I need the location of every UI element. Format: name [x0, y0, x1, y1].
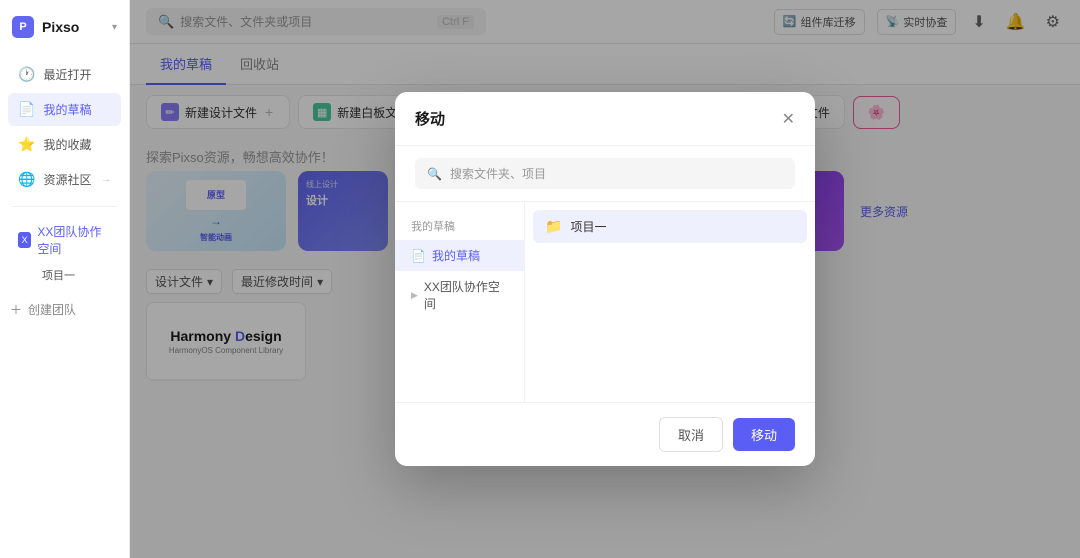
workspace-icon: X [18, 232, 31, 248]
modal-footer: 取消 移动 [395, 402, 815, 466]
modal-search-icon: 🔍 [427, 167, 442, 181]
app-menu-arrow: ▾ [112, 22, 117, 33]
modal-title: 移动 [415, 108, 445, 129]
modal-header: 移动 ✕ [395, 92, 815, 146]
modal-section-label: 我的草稿 [395, 214, 524, 240]
app-name: Pixso [42, 19, 79, 35]
modal-close-button[interactable]: ✕ [782, 109, 795, 129]
sidebar-item-favorites[interactable]: ⭐ 我的收藏 [8, 128, 121, 161]
sidebar-item-recent[interactable]: 🕐 最近打开 [8, 58, 121, 91]
modal-nav-drafts[interactable]: 📄 我的草稿 [395, 240, 524, 271]
logo-icon: P [12, 16, 34, 38]
workspace-child-project1[interactable]: 项目一 [36, 263, 121, 287]
modal-search-area: 🔍 搜索文件夹、项目 [395, 146, 815, 202]
drafts-nav-icon: 📄 [411, 249, 426, 263]
drafts-icon: 📄 [18, 101, 35, 118]
workspace-header[interactable]: X XX团队协作空间 [8, 217, 121, 263]
modal-folder-item[interactable]: 📁 项目一 [533, 210, 807, 243]
sidebar-item-drafts[interactable]: 📄 我的草稿 [8, 93, 121, 126]
app-logo[interactable]: P Pixso ▾ [0, 0, 129, 54]
add-icon: ＋ [10, 301, 22, 318]
modal-search-input[interactable]: 🔍 搜索文件夹、项目 [415, 158, 795, 189]
sidebar: P Pixso ▾ 🕐 最近打开 📄 我的草稿 ⭐ 我的收藏 🌐 资源社区 → … [0, 0, 130, 558]
modal-overlay[interactable]: 移动 ✕ 🔍 搜索文件夹、项目 我的草稿 📄 我的草稿 [130, 0, 1080, 558]
add-team-button[interactable]: ＋ 创建团队 [0, 295, 129, 324]
community-icon: 🌐 [18, 171, 35, 188]
main-content: 🔍 搜索文件、文件夹或项目 Ctrl F 🔄 组件库迁移 📡 实时协查 ⬇ 🔔 … [130, 0, 1080, 558]
modal-left-nav: 我的草稿 📄 我的草稿 ▶ XX团队协作空间 [395, 202, 525, 402]
workspace-children: 项目一 [8, 263, 121, 287]
workspace-section: X XX团队协作空间 项目一 [0, 213, 129, 291]
modal-nav-workspace[interactable]: ▶ XX团队协作空间 [395, 271, 524, 319]
cancel-button[interactable]: 取消 [659, 417, 723, 452]
recent-icon: 🕐 [18, 66, 35, 83]
favorites-icon: ⭐ [18, 136, 35, 153]
sidebar-item-community[interactable]: 🌐 资源社区 → [8, 163, 121, 196]
modal-right-content: 📁 项目一 [525, 202, 815, 402]
folder-icon: 📁 [545, 218, 562, 235]
sidebar-divider [12, 206, 117, 207]
community-arrow: → [101, 174, 111, 185]
modal-body: 我的草稿 📄 我的草稿 ▶ XX团队协作空间 📁 项目一 [395, 202, 815, 402]
confirm-move-button[interactable]: 移动 [733, 418, 795, 451]
move-modal: 移动 ✕ 🔍 搜索文件夹、项目 我的草稿 📄 我的草稿 [395, 92, 815, 466]
sidebar-nav: 🕐 最近打开 📄 我的草稿 ⭐ 我的收藏 🌐 资源社区 → [0, 54, 129, 200]
workspace-expand-arrow: ▶ [411, 290, 418, 301]
